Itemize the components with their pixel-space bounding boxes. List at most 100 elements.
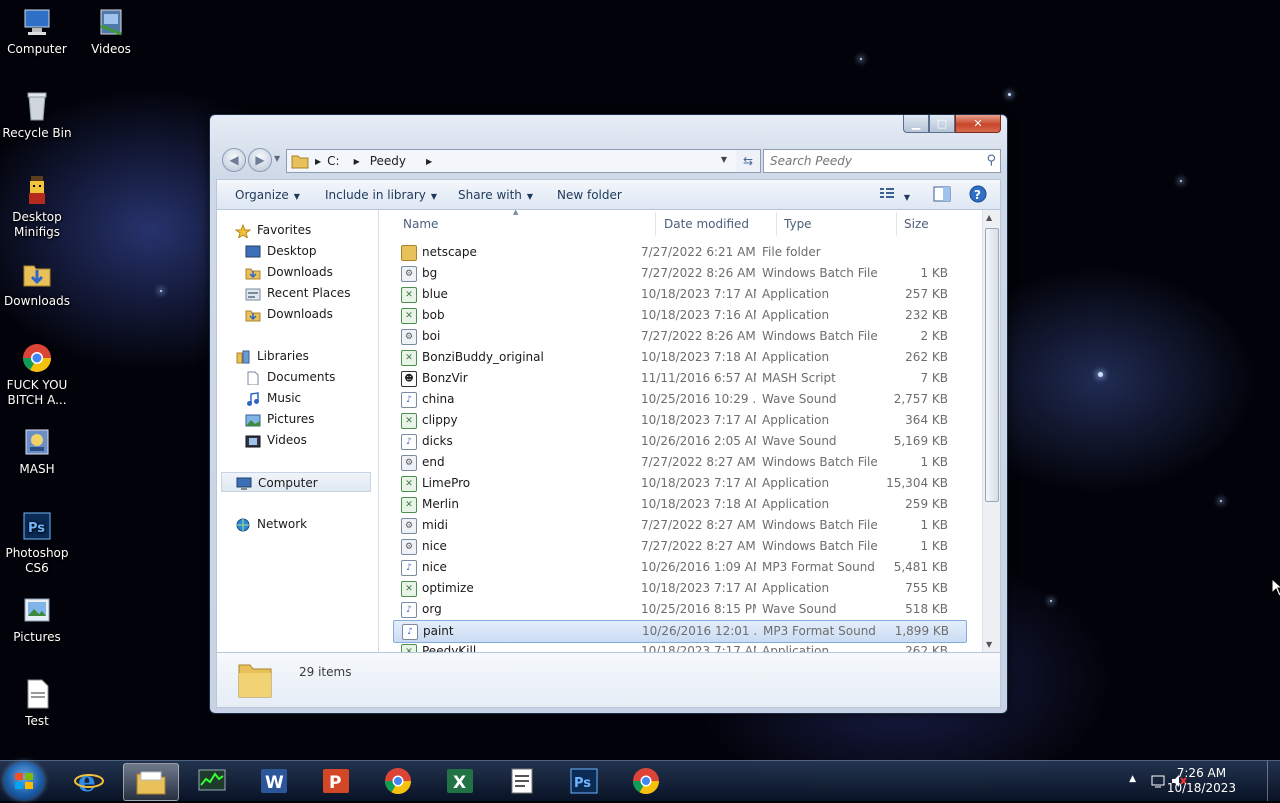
file-name: bg	[422, 266, 438, 280]
scrollbar-thumb[interactable]	[985, 228, 999, 502]
taskbar-notepad[interactable]	[495, 763, 549, 799]
explorer-window[interactable]: ▁ □ ✕ ◀ ▶ ▼ ▶ C: ▶ Peedy ▶ ▼ ⇆ ⚲ Organiz…	[209, 114, 1008, 714]
nav-libraries[interactable]: Libraries	[235, 346, 309, 366]
column-header-name[interactable]: Name	[403, 217, 438, 231]
file-row[interactable]: ✕ Merlin 10/18/2023 7:18 AM Application 259 …	[393, 494, 965, 515]
desktop-icon-desktop-minifigs[interactable]: Desktop Minifigs	[0, 174, 74, 240]
vertical-scrollbar[interactable]: ▲ ▼	[982, 210, 1000, 652]
column-divider[interactable]	[655, 212, 656, 236]
file-row[interactable]: ✕ clippy 10/18/2023 7:17 AM Application 364 …	[393, 410, 965, 431]
column-header-size[interactable]: Size	[904, 217, 929, 231]
taskbar-internet-explorer[interactable]: e	[62, 763, 116, 799]
nav-downloads-2[interactable]: Downloads	[245, 304, 333, 324]
column-divider[interactable]	[896, 212, 897, 236]
file-row[interactable]: ✕ optimize 10/18/2023 7:17 AM Application 75…	[393, 578, 965, 599]
taskbar-word[interactable]: W	[247, 763, 301, 799]
action-center-icon[interactable]	[1150, 773, 1166, 789]
show-desktop-button[interactable]	[1267, 761, 1280, 801]
file-date: 10/18/2023 7:16 AM	[641, 308, 756, 322]
nav-documents[interactable]: Documents	[245, 367, 335, 387]
file-row[interactable]: ♪ paint 10/26/2016 12:01 ... MP3 Format Sou…	[393, 620, 967, 643]
taskbar-task-manager[interactable]	[185, 763, 239, 799]
taskbar-file-explorer[interactable]	[123, 763, 179, 801]
desktop-icon-test[interactable]: Test	[0, 678, 74, 729]
desktop-icon-downloads[interactable]: Downloads	[0, 258, 74, 309]
file-row[interactable]: ⚙ end 7/27/2022 8:27 AM Windows Batch File 1…	[393, 452, 965, 473]
start-button[interactable]	[4, 762, 44, 800]
desktop-icon-recycle-bin[interactable]: Recycle Bin	[0, 90, 74, 141]
column-header-date-modified[interactable]: Date modified	[664, 217, 749, 231]
file-row[interactable]: ♪ dicks 10/26/2016 2:05 AM Wave Sound 5,169 …	[393, 431, 965, 452]
nav-recent-places[interactable]: Recent Places	[245, 283, 350, 303]
nav-desktop[interactable]: Desktop	[245, 241, 317, 261]
share-with-button[interactable]: Share with ▼	[458, 188, 533, 202]
taskbar-chrome[interactable]	[371, 763, 425, 799]
scroll-down-icon[interactable]: ▼	[986, 640, 992, 649]
taskbar-chrome-2[interactable]	[619, 763, 673, 799]
desktop-icon-videos[interactable]: Videos	[74, 6, 148, 57]
taskbar-powerpoint[interactable]: P	[309, 763, 363, 799]
file-row[interactable]: ⚙ boi 7/27/2022 8:26 AM Windows Batch File 2…	[393, 326, 965, 347]
nav-favorites[interactable]: Favorites	[235, 220, 311, 240]
change-view-button[interactable]: ▼	[879, 186, 910, 203]
column-divider[interactable]	[776, 212, 777, 236]
close-button[interactable]: ✕	[955, 115, 1001, 133]
search-box[interactable]: ⚲	[763, 149, 1001, 173]
file-name-cell: ✕ blue	[401, 284, 651, 305]
file-row[interactable]: ♪ nice 10/26/2016 1:09 AM MP3 Format Sound 5…	[393, 557, 965, 578]
show-hidden-icons-button[interactable]: ▲	[1129, 774, 1136, 784]
file-row[interactable]: ✕ PeedyKill 10/18/2023 7:17 AM Application 2…	[393, 641, 965, 652]
file-row[interactable]: ✕ bob 10/18/2023 7:16 AM Application 232 KB	[393, 305, 965, 326]
file-name-cell: ✕ optimize	[401, 578, 651, 599]
organize-button[interactable]: Organize ▼	[235, 188, 300, 202]
file-row[interactable]: ⚙ midi 7/27/2022 8:27 AM Windows Batch File…	[393, 515, 965, 536]
desktop-icon-pictures[interactable]: Pictures	[0, 594, 74, 645]
computer-icon	[236, 477, 252, 490]
include-in-library-button[interactable]: Include in library ▼	[325, 188, 437, 202]
column-header-type[interactable]: Type	[784, 217, 812, 231]
preview-pane-button[interactable]	[933, 186, 951, 205]
file-row[interactable]: ⚙ nice 7/27/2022 8:27 AM Windows Batch File…	[393, 536, 965, 557]
nav-network[interactable]: Network	[235, 514, 307, 534]
taskbar-excel[interactable]: X	[433, 763, 487, 799]
nav-videos[interactable]: Videos	[245, 430, 307, 450]
desktop-icon-computer[interactable]: Computer	[0, 6, 74, 57]
taskbar-photoshop[interactable]: Ps	[557, 763, 611, 799]
item-count: 29 items	[299, 665, 352, 679]
nav-pictures[interactable]: Pictures	[245, 409, 315, 429]
desktop-icon-label: Desktop Minifigs	[12, 210, 62, 239]
file-type: Wave Sound	[762, 434, 837, 448]
scroll-up-icon[interactable]: ▲	[986, 213, 992, 222]
forward-button[interactable]: ▶	[248, 148, 272, 172]
pictures-icon	[245, 414, 261, 426]
nav-computer[interactable]: Computer	[221, 472, 371, 492]
desktop-icon-photoshop[interactable]: Ps Photoshop CS6	[0, 510, 74, 576]
file-row[interactable]: ♪ china 10/25/2016 10:29 ... Wave Sound 2,75…	[393, 389, 965, 410]
desktop-icon-chrome-shortcut[interactable]: FUCK YOU BITCH A...	[0, 342, 74, 408]
minimize-button[interactable]: ▁	[903, 115, 929, 133]
file-row[interactable]: ✕ LimePro 10/18/2023 7:17 AM Application 15,…	[393, 473, 965, 494]
file-row[interactable]: ⚙ bg 7/27/2022 8:26 AM Windows Batch File 1 …	[393, 263, 965, 284]
address-dropdown-icon[interactable]: ▼	[721, 155, 727, 164]
file-row[interactable]: ✕ blue 10/18/2023 7:17 AM Application 257 KB	[393, 284, 965, 305]
nav-downloads[interactable]: Downloads	[245, 262, 333, 282]
back-button[interactable]: ◀	[222, 148, 246, 172]
address-bar[interactable]: ▶ C: ▶ Peedy ▶ ▼	[286, 149, 738, 173]
desktop-icon-mash[interactable]: MASH	[0, 426, 74, 477]
maximize-button[interactable]: □	[929, 115, 955, 133]
file-row[interactable]: ☻ BonzVir 11/11/2016 6:57 AM MASH Script 7 K…	[393, 368, 965, 389]
recent-pages-dropdown[interactable]: ▼	[274, 154, 280, 163]
refresh-button[interactable]: ⇆	[736, 149, 761, 173]
help-button[interactable]: ?	[969, 185, 987, 206]
nav-music[interactable]: Music	[245, 388, 301, 408]
search-input[interactable]	[768, 153, 982, 169]
file-row[interactable]: ✕ BonziBuddy_original 10/18/2023 7:18 AM Ap…	[393, 347, 965, 368]
file-row[interactable]: ♪ org 10/25/2016 8:15 PM Wave Sound 518 KB	[393, 599, 965, 620]
file-type: MP3 Format Sound	[762, 560, 875, 574]
clock[interactable]: 7:26 AM 10/18/2023	[1167, 766, 1236, 796]
breadcrumb-segment[interactable]: C:	[327, 154, 339, 168]
new-folder-button[interactable]: New folder	[557, 188, 622, 202]
breadcrumb-segment[interactable]: Peedy	[370, 154, 406, 168]
file-size: 15,304 KB	[886, 476, 948, 490]
file-row[interactable]: netscape 7/27/2022 6:21 AM File folder	[393, 242, 965, 263]
